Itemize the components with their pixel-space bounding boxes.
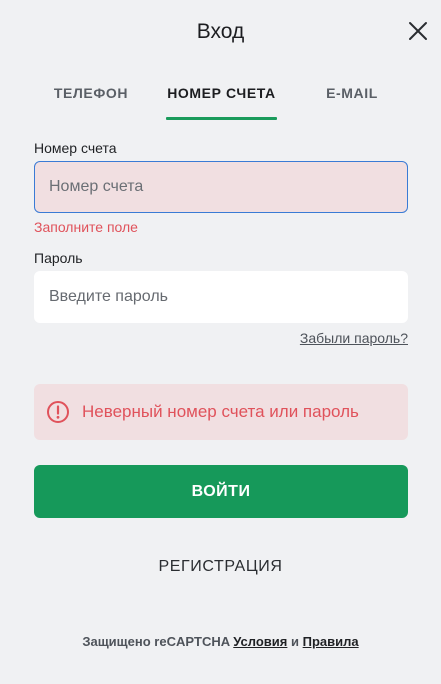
password-input[interactable] [34,271,408,323]
recaptcha-text: Защищено reCAPTCHA [82,634,230,649]
account-number-error: Заполните поле [34,219,138,235]
account-number-label: Номер счета [34,140,117,156]
recaptcha-footer: Защищено reCAPTCHA Условия и Правила [0,634,441,649]
dialog-header: Вход [0,0,441,64]
terms-link[interactable]: Условия [233,634,287,649]
tab-phone[interactable]: ТЕЛЕФОН [38,78,144,120]
tab-label: НОМЕР СЧЕТА [167,85,276,101]
tab-email[interactable]: E-MAIL [316,78,388,120]
footer-and: и [291,634,300,649]
account-number-input[interactable] [34,161,408,213]
tab-label: ТЕЛЕФОН [53,85,129,101]
dialog-title: Вход [196,20,245,43]
close-icon[interactable] [407,20,429,42]
forgot-password-link[interactable]: Забыли пароль? [300,330,408,346]
login-error-alert: Неверный номер счета или пароль [34,384,408,440]
register-link[interactable]: РЕГИСТРАЦИЯ [0,558,441,576]
tab-label: E-MAIL [326,85,378,101]
warning-circle-icon [47,401,69,423]
password-label: Пароль [34,250,83,266]
login-button[interactable]: ВОЙТИ [34,465,408,518]
login-method-tabs: ТЕЛЕФОН НОМЕР СЧЕТА E-MAIL [20,78,421,120]
rules-link[interactable]: Правила [303,634,359,649]
tab-account-number[interactable]: НОМЕР СЧЕТА [166,78,277,120]
alert-message: Неверный номер счета или пароль [82,402,359,421]
active-tab-indicator [166,117,277,120]
